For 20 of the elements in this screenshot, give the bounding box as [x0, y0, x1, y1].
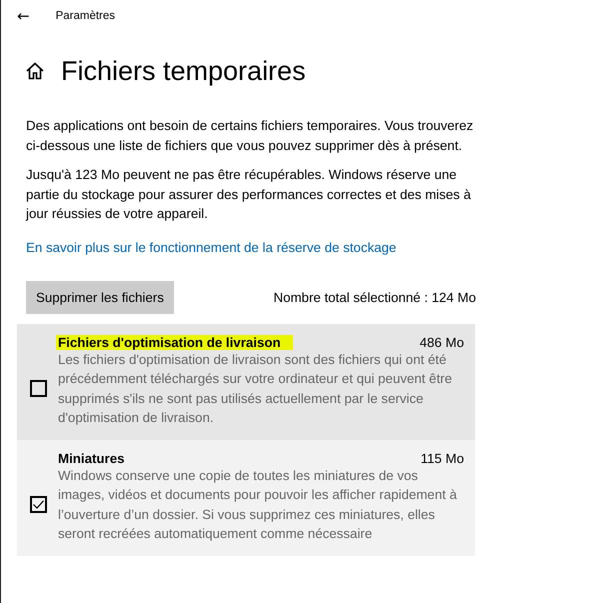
checkbox[interactable] [30, 496, 46, 513]
app-title: Paramètres [56, 10, 116, 22]
delete-files-button[interactable]: Supprimer les fichiers [26, 280, 174, 314]
storage-reserve-link[interactable]: En savoir plus sur le fonctionnement de la réserve de stockage [26, 240, 476, 254]
category-description: Windows conserve une copie de toutes les miniatures de vos images, vidéos et documents pour pouvoir les afficher rapidement à l’ouverture d’un dossier. Si vous supprimez ces miniatures, elles seront recréées automatiquement comme nécessaire [58, 466, 458, 543]
back-button[interactable]: ← [17, 8, 30, 24]
category-size: 486 Mo [420, 334, 464, 350]
page-title: Fichiers temporaires [61, 56, 306, 86]
file-category-item[interactable] [17, 440, 475, 556]
description-text: Jusqu'à 123 Mo peuvent ne pas être récupérables. Windows réserve une partie du stockage pour assurer des performances correctes et des mises à jour réussies de votre appareil. [26, 166, 472, 223]
home-icon[interactable] [25, 61, 45, 81]
file-category-item[interactable] [17, 324, 475, 440]
category-description: Les fichiers d'optimisation de livraison sont des fichiers qui ont été précédemment téléchargés sur votre ordinateur et qui peuvent être supprimés s'ils ne sont pas utilisés actuellement par le service d'optimisation de livraison. [58, 350, 453, 427]
category-name: Miniatures [57, 450, 126, 466]
total-selected-text: Nombre total sélectionné : 124 Mo [273, 290, 476, 304]
category-size: 115 Mo [420, 450, 464, 466]
checkbox[interactable] [30, 380, 46, 397]
category-name: Fichiers d'optimisation de livraison [56, 334, 293, 350]
check-icon [32, 500, 44, 509]
description-text: Des applications ont besoin de certains fichiers temporaires. Vous trouverez ci-dessous une liste de fichiers que vous pouvez supprimer dès à présent. [26, 117, 474, 155]
